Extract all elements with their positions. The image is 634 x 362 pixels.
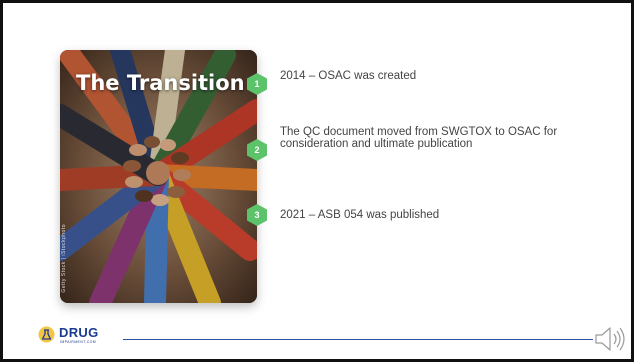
speaker-icon[interactable] xyxy=(593,324,627,354)
step-number: 3 xyxy=(254,210,260,220)
timeline-item-1-text: 2014 – OSAC was created xyxy=(280,70,417,82)
step-badge-3: 3 xyxy=(247,204,267,226)
timeline-item-2-text: The QC document moved from SWGTOX to OSA… xyxy=(280,126,558,150)
slide-title: The Transition xyxy=(76,71,245,95)
logo-subtext: IMPAIRMENT.COM xyxy=(60,340,97,344)
slide-frame: The Transition Getty Stock | iStockphoto… xyxy=(0,0,634,362)
step-number: 2 xyxy=(254,145,260,155)
step-badge-1: 1 xyxy=(247,73,267,95)
logo-wordmark: DRUG xyxy=(59,325,99,340)
step-number: 1 xyxy=(254,79,260,89)
step-badge-2: 2 xyxy=(247,139,267,161)
lab-flask-logo-icon xyxy=(38,326,55,343)
photo-credit: Getty Stock | iStockphoto xyxy=(61,224,67,293)
drug-impairment-logo[interactable]: DRUG IMPAIRMENT.COM xyxy=(38,324,118,348)
timeline-item-3-text: 2021 – ASB 054 was published xyxy=(280,209,440,221)
hands-together-photo: The Transition Getty Stock | iStockphoto xyxy=(60,50,257,303)
footer-divider xyxy=(123,339,593,340)
